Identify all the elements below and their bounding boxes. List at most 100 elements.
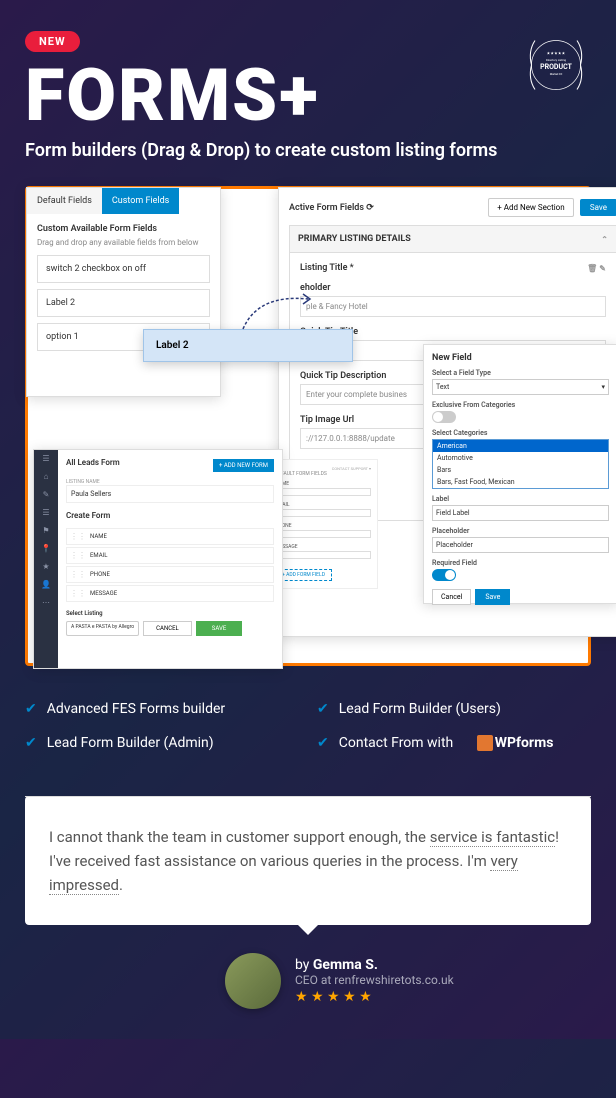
field-label: Select a Field Type bbox=[432, 369, 609, 377]
leads-title: All Leads Form bbox=[66, 458, 120, 467]
page-title: FORMS+ bbox=[25, 60, 591, 132]
panel-title: Custom Available Form Fields bbox=[37, 224, 210, 234]
svg-text:Directory Listing: Directory Listing bbox=[546, 58, 567, 62]
panel-subtitle: Drag and drop any available fields from … bbox=[37, 238, 210, 247]
field-label: EMAIL bbox=[275, 502, 371, 508]
feature-item: ✔Lead Form Builder (Users) bbox=[317, 701, 591, 717]
add-new-form-button[interactable]: + ADD NEW FORM bbox=[213, 459, 274, 472]
drag-icon[interactable]: ⋮⋮ bbox=[70, 532, 86, 541]
text-input[interactable] bbox=[275, 488, 371, 496]
section-header[interactable]: PRIMARY LISTING DETAILS ⌃ bbox=[289, 225, 616, 253]
check-icon: ✔ bbox=[25, 701, 37, 717]
list-icon[interactable]: ☰ bbox=[41, 508, 51, 518]
admin-sidebar: ☰ ⌂ ✎ ☰ ⚑ 📍 ★ 👤 ⋯ bbox=[34, 450, 58, 668]
save-button[interactable]: SAVE bbox=[196, 621, 242, 636]
form-field-row[interactable]: ⋮⋮PHONE bbox=[66, 566, 274, 583]
field-label: Placeholder bbox=[432, 527, 609, 535]
drag-arrow-icon bbox=[238, 284, 318, 334]
placeholder-input[interactable]: Placeholder bbox=[432, 537, 609, 553]
edit-icon[interactable]: ✎ bbox=[41, 490, 51, 500]
field-label: NAME bbox=[275, 481, 371, 487]
pin-icon[interactable]: 📍 bbox=[41, 544, 51, 554]
add-section-button[interactable]: + Add New Section bbox=[488, 198, 573, 217]
leads-panel: ☰ ⌂ ✎ ☰ ⚑ 📍 ★ 👤 ⋯ All Leads Form + ADD N… bbox=[33, 449, 283, 669]
user-icon[interactable]: 👤 bbox=[41, 580, 51, 590]
label-input[interactable]: Field Label bbox=[432, 505, 609, 521]
star-icon[interactable]: ★ bbox=[41, 562, 51, 572]
drag-icon[interactable]: ⋮⋮ bbox=[70, 551, 86, 560]
listing-pill[interactable]: A PASTA e PASTA by Allegro bbox=[66, 621, 139, 636]
field-label: Exclusive From Categories bbox=[432, 401, 609, 409]
feature-item: ✔Contact From with WPforms bbox=[317, 735, 591, 751]
testimonial-card: I cannot thank the team in customer supp… bbox=[25, 796, 591, 925]
select-option[interactable]: American bbox=[433, 440, 608, 452]
save-button[interactable]: Save bbox=[580, 199, 616, 216]
dots-icon[interactable]: ⋯ bbox=[41, 598, 51, 608]
save-button[interactable]: Save bbox=[475, 589, 510, 605]
field-label: PHONE bbox=[275, 523, 371, 529]
field-label: Select Categories bbox=[432, 429, 609, 437]
select-field-type[interactable]: Text▾ bbox=[432, 379, 609, 395]
wpforms-logo: WPforms bbox=[477, 735, 554, 751]
refresh-icon[interactable]: ⟳ bbox=[366, 203, 374, 213]
avatar bbox=[225, 953, 281, 1009]
default-fields-label: DEFAULT FORM FIELDS bbox=[275, 471, 371, 477]
text-input[interactable]: ple & Fancy Hotel bbox=[300, 296, 606, 317]
select-option[interactable]: Automotive bbox=[433, 452, 608, 464]
screenshot-composite: Default Fields Custom Fields Custom Avai… bbox=[25, 186, 591, 666]
form-field-row[interactable]: ⋮⋮MESSAGE bbox=[66, 585, 274, 602]
feature-item: ✔Lead Form Builder (Admin) bbox=[25, 735, 299, 751]
field-item[interactable]: switch 2 checkbox on off bbox=[37, 255, 210, 283]
cancel-button[interactable]: CANCEL bbox=[143, 621, 192, 636]
trash-icon[interactable]: 🗑 bbox=[587, 264, 597, 273]
check-icon: ✔ bbox=[317, 701, 329, 717]
select-option[interactable]: Bars bbox=[433, 464, 608, 476]
feature-item: ✔Advanced FES Forms builder bbox=[25, 701, 299, 717]
check-icon: ✔ bbox=[317, 735, 329, 751]
features-grid: ✔Advanced FES Forms builder ✔Lead Form B… bbox=[25, 701, 591, 751]
field-label: eholder bbox=[300, 283, 606, 293]
form-field-row[interactable]: ⋮⋮NAME bbox=[66, 528, 274, 545]
wpforms-icon bbox=[477, 735, 493, 751]
field-label: Listing Title * bbox=[300, 263, 354, 273]
tag-icon[interactable]: ⚑ bbox=[41, 526, 51, 536]
create-form-title: Create Form bbox=[66, 511, 274, 520]
field-label: Required Field bbox=[432, 559, 609, 567]
text-input[interactable] bbox=[275, 509, 371, 517]
required-toggle[interactable] bbox=[432, 569, 456, 581]
field-label: Label bbox=[432, 495, 609, 503]
text-input[interactable] bbox=[275, 530, 371, 538]
categories-select[interactable]: American Automotive Bars Bars, Fast Food… bbox=[432, 439, 609, 489]
contact-form-box: CONTACT SUPPORT ▾ DEFAULT FORM FIELDS NA… bbox=[268, 459, 378, 589]
cancel-button[interactable]: Cancel bbox=[432, 589, 471, 605]
home-icon[interactable]: ⌂ bbox=[41, 472, 51, 482]
text-input[interactable] bbox=[275, 551, 371, 559]
svg-text:Market Fit: Market Fit bbox=[550, 72, 563, 76]
new-badge: NEW bbox=[25, 31, 80, 52]
new-field-panel: New Field Select a Field Type Text▾ Excl… bbox=[423, 344, 616, 604]
tab-default-fields[interactable]: Default Fields bbox=[27, 188, 102, 214]
chevron-up-icon[interactable]: ⌃ bbox=[601, 235, 608, 244]
author-name: by Gemma S. bbox=[295, 957, 454, 973]
add-form-field-button[interactable]: + ADD FORM FIELD bbox=[275, 569, 332, 581]
svg-text:★★★★★: ★★★★★ bbox=[547, 52, 566, 57]
section-title: PRIMARY LISTING DETAILS bbox=[298, 234, 411, 244]
drag-icon[interactable]: ⋮⋮ bbox=[70, 589, 86, 598]
exclusive-toggle[interactable] bbox=[432, 411, 456, 423]
select-option[interactable]: Bars, Fast Food, Mexican bbox=[433, 476, 608, 488]
custom-fields-panel: Default Fields Custom Fields Custom Avai… bbox=[26, 187, 221, 397]
contact-support-link[interactable]: CONTACT SUPPORT bbox=[332, 466, 368, 471]
form-field-row[interactable]: ⋮⋮EMAIL bbox=[66, 547, 274, 564]
table-row[interactable]: Paula Sellers bbox=[66, 485, 274, 503]
select-listing-label: Select Listing bbox=[66, 610, 274, 617]
menu-icon[interactable]: ☰ bbox=[41, 454, 51, 464]
drag-icon[interactable]: ⋮⋮ bbox=[70, 570, 86, 579]
panel-title: New Field bbox=[432, 353, 609, 363]
field-item[interactable]: Label 2 bbox=[37, 289, 210, 317]
tab-custom-fields[interactable]: Custom Fields bbox=[102, 188, 179, 214]
edit-icon[interactable]: ✎ bbox=[599, 264, 606, 273]
speech-tail-icon bbox=[296, 923, 320, 935]
rating-stars: ★ ★ ★ ★ ★ bbox=[295, 989, 454, 1005]
testimonial-text: I cannot thank the team in customer supp… bbox=[49, 825, 567, 897]
svg-text:PRODUCT: PRODUCT bbox=[540, 63, 572, 71]
